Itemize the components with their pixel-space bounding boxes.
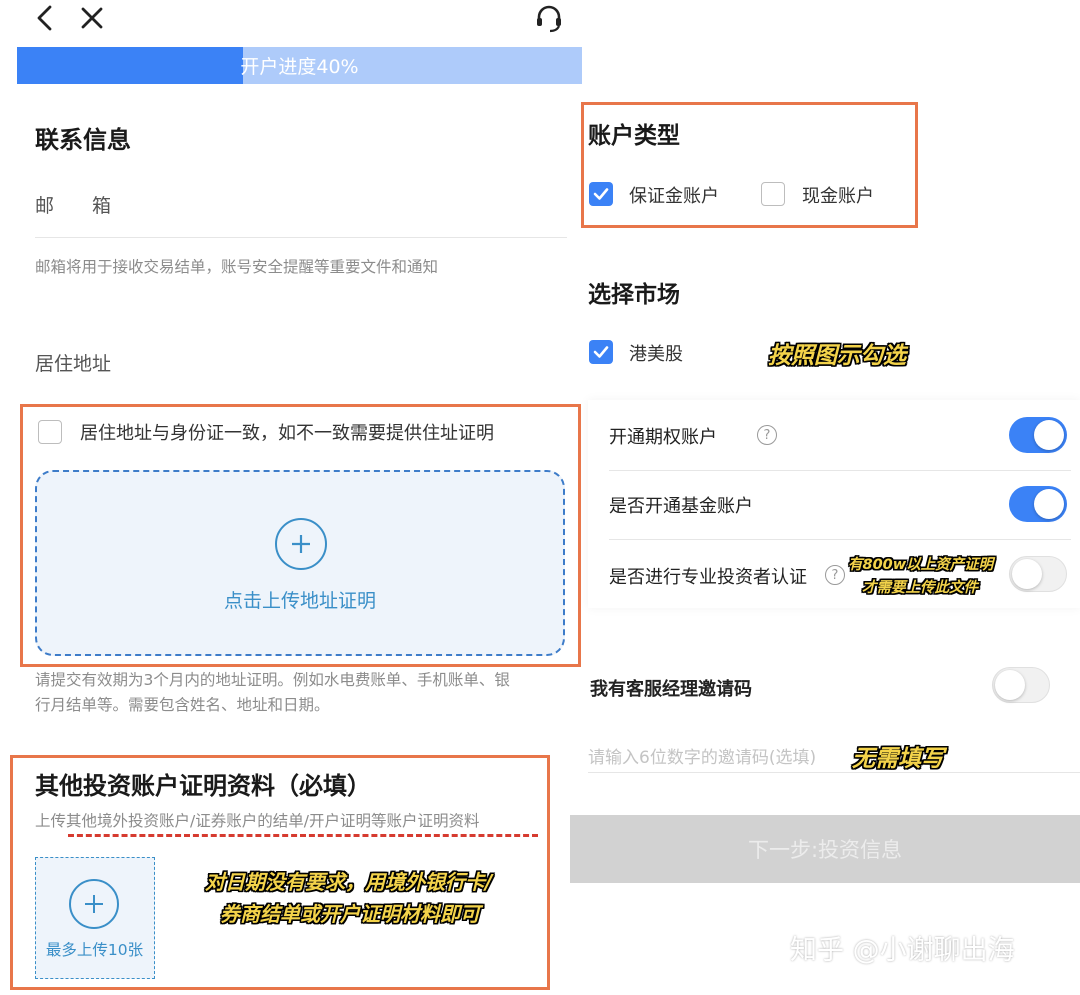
check-icon [593, 188, 609, 200]
watermark: 知乎 @小谢聊出海 [790, 935, 1015, 966]
market-annotation: 按照图示勾选 [768, 343, 906, 369]
pro-investor-toggle[interactable] [1009, 556, 1067, 592]
address-upload-label: 点击上传地址证明 [223, 590, 376, 612]
hk-us-market-checkbox[interactable] [589, 340, 613, 364]
pro-annotation-line2: 才需要上传此文件 [862, 580, 978, 596]
question-icon[interactable]: ? [757, 425, 777, 445]
address-label[interactable]: 居住地址 [35, 349, 111, 376]
address-hint-line2: 行月结单等。需要包含姓名、地址和日期。 [35, 696, 330, 714]
margin-account-label: 保证金账户 [629, 186, 719, 207]
fund-account-label: 是否开通基金账户 [609, 496, 753, 517]
toggle-divider [609, 539, 1071, 540]
date-annotation-line2: 券商结单或开户证明材料即可 [220, 902, 480, 926]
invite-annotation: 无需填写 [852, 746, 944, 772]
invite-label: 我有客服经理邀请码 [590, 679, 752, 700]
options-account-label: 开通期权账户 [609, 427, 717, 448]
email-hint: 邮箱将用于接收交易结单，账号安全提醒等重要文件和通知 [35, 258, 439, 276]
cash-account-label: 现金账户 [802, 186, 874, 207]
plus-icon [275, 518, 327, 570]
invite-toggle[interactable] [992, 667, 1050, 703]
account-type-title: 账户类型 [588, 123, 680, 149]
check-icon [593, 346, 609, 358]
other-proof-upload-label: 最多上传10张 [45, 941, 144, 959]
options-account-toggle[interactable] [1009, 417, 1067, 453]
progress-label: 开户进度40% [240, 56, 359, 78]
pro-investor-label: 是否进行专业投资者认证 [609, 567, 807, 588]
progress-bar: 开户进度40% [17, 47, 582, 84]
address-upload-area[interactable]: 点击上传地址证明 [35, 470, 565, 656]
market-title: 选择市场 [588, 282, 680, 308]
next-step-button[interactable]: 下一步:投资信息 [570, 815, 1080, 883]
cash-account-checkbox[interactable] [761, 182, 785, 206]
address-same-checkbox[interactable] [38, 420, 62, 444]
invite-code-input[interactable]: 请输入6位数字的邀请码(选填) [588, 743, 816, 768]
hint-underline [68, 834, 538, 837]
toggle-divider [609, 470, 1071, 471]
back-icon[interactable] [26, 0, 62, 36]
fund-account-toggle[interactable] [1009, 486, 1067, 522]
close-icon[interactable] [74, 0, 110, 36]
invite-divider [588, 772, 1080, 773]
plus-icon [69, 879, 119, 929]
question-icon[interactable]: ? [825, 565, 845, 585]
address-hint-line1: 请提交有效期为3个月内的地址证明。例如水电费账单、手机账单、银 [35, 671, 510, 689]
email-divider [35, 237, 567, 238]
date-annotation-line1: 对日期没有要求，用境外银行卡/ [205, 870, 493, 894]
address-same-label: 居住地址与身份证一致，如不一致需要提供住址证明 [80, 423, 494, 444]
other-proof-upload-area[interactable]: 最多上传10张 [35, 857, 155, 979]
pro-annotation-line1: 有800w以上资产证明 [848, 557, 994, 573]
email-label[interactable]: 邮 箱 [35, 191, 111, 218]
other-proof-hint: 上传其他境外投资账户/证券账户的结单/开户证明等账户证明资料 [35, 812, 480, 830]
hk-us-market-label: 港美股 [629, 344, 683, 365]
other-proof-title: 其他投资账户证明资料（必填） [35, 772, 371, 800]
margin-account-checkbox[interactable] [589, 182, 613, 206]
headset-icon[interactable] [531, 0, 567, 36]
contact-title: 联系信息 [35, 126, 131, 154]
